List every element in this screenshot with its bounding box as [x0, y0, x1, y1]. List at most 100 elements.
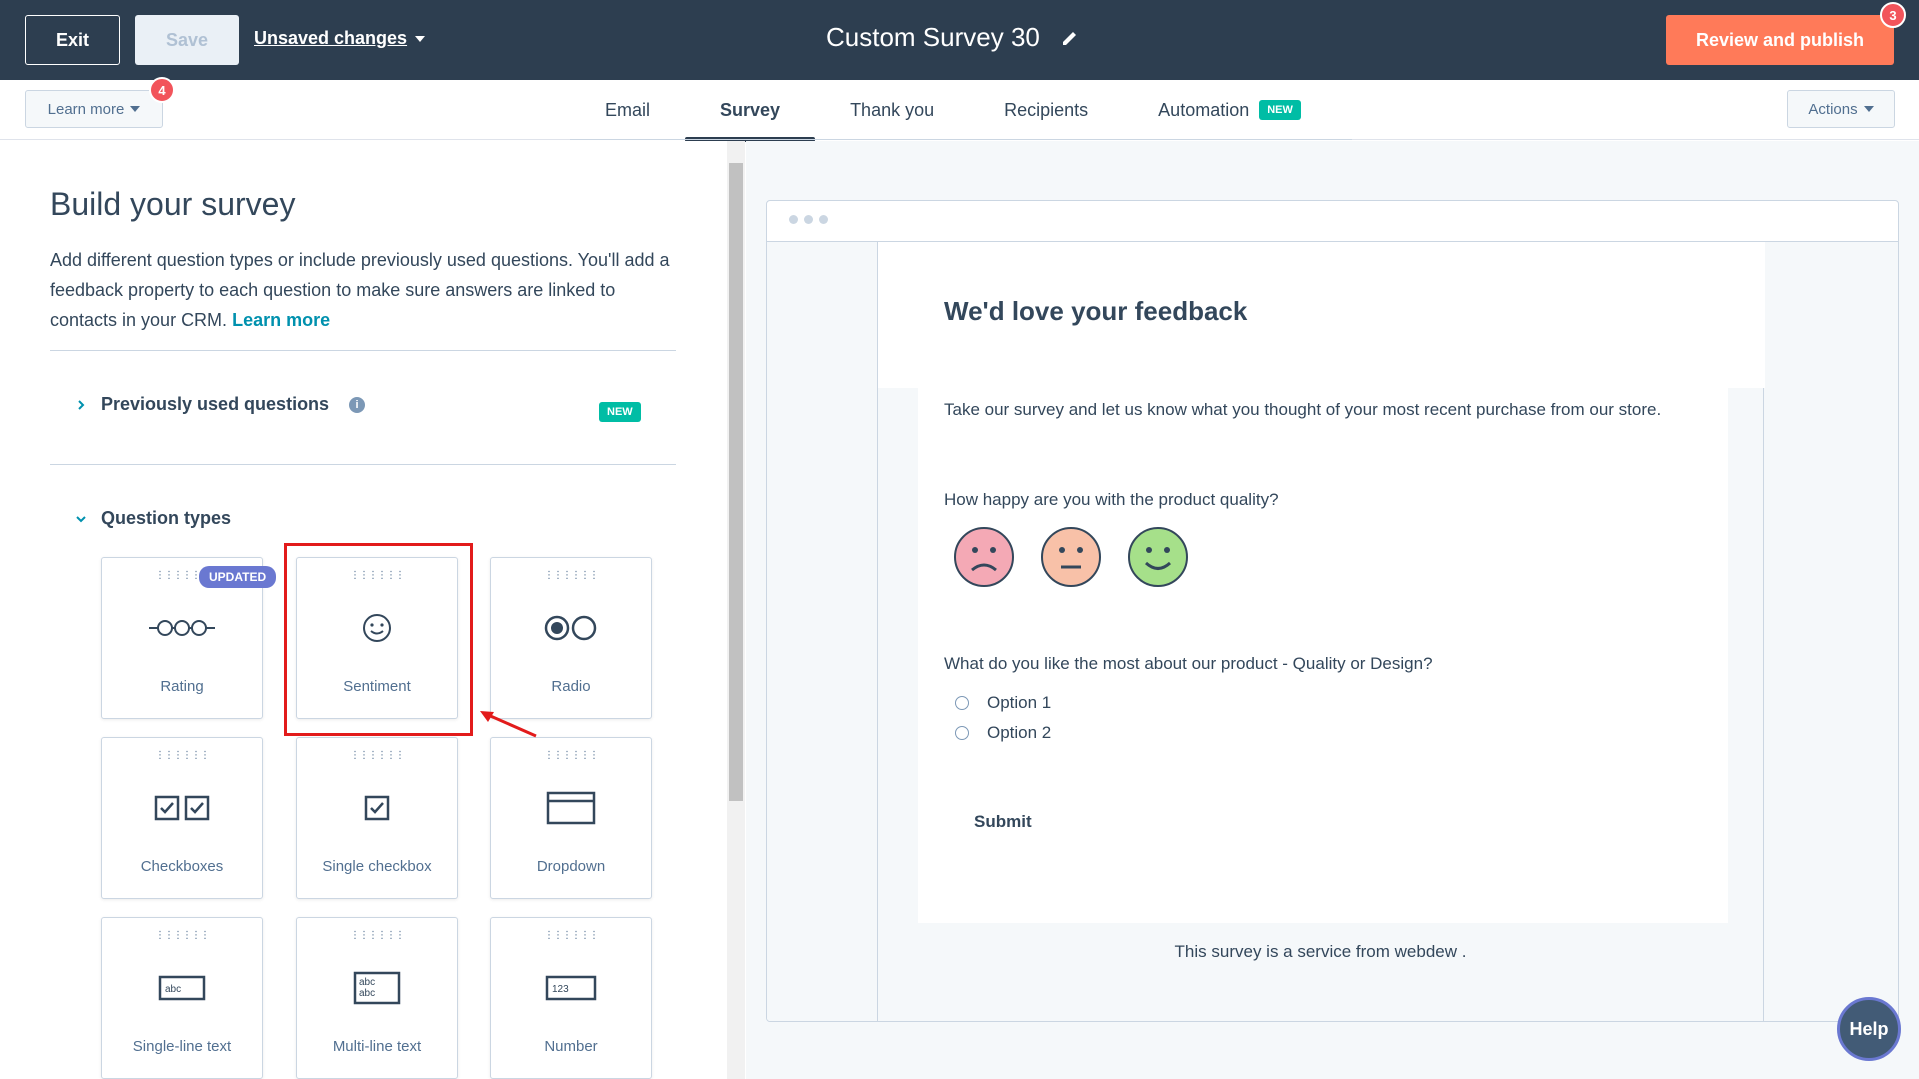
- submit-button[interactable]: Submit: [974, 812, 1032, 832]
- sad-face-icon[interactable]: [953, 526, 1015, 588]
- tab-automation[interactable]: Automation NEW: [1123, 80, 1336, 140]
- top-header: Exit Save Unsaved changes Custom Survey …: [0, 0, 1919, 80]
- previously-used-label: Previously used questions: [101, 394, 330, 414]
- rating-icon: [149, 620, 215, 636]
- new-badge: NEW: [1259, 100, 1301, 120]
- radio-icon: [544, 615, 597, 641]
- drag-handle-icon[interactable]: ⋮⋮⋮⋮⋮⋮: [491, 570, 651, 581]
- exit-button[interactable]: Exit: [25, 15, 120, 65]
- help-button[interactable]: Help: [1837, 997, 1901, 1061]
- tab-label: Survey: [720, 99, 781, 120]
- question-card-checkboxes[interactable]: ⋮⋮⋮⋮⋮⋮ Checkboxes: [101, 737, 263, 899]
- card-label: Dropdown: [536, 858, 606, 875]
- tab-survey[interactable]: Survey: [685, 80, 816, 142]
- chevron-right-icon: [78, 399, 85, 410]
- review-and-publish-button[interactable]: Review and publish: [1666, 15, 1894, 65]
- neutral-face-icon[interactable]: [1040, 526, 1102, 588]
- builder-title: Build your survey: [50, 186, 296, 222]
- survey-header: We'd love your feedback: [878, 242, 1765, 388]
- drag-handle-icon[interactable]: ⋮⋮⋮⋮⋮⋮: [491, 750, 651, 761]
- card-label: Checkboxes: [140, 858, 224, 875]
- chevron-down-icon: [76, 515, 86, 522]
- checkbox-icon: [364, 795, 390, 821]
- multi-line-text-icon: abcabc: [353, 971, 401, 1005]
- survey-title-area: Custom Survey 30: [826, 22, 1080, 53]
- card-label: Single-line text: [132, 1038, 232, 1055]
- tab-bar: Learn more 4 Email Survey Thank you Reci…: [0, 77, 1919, 142]
- caret-down-icon: [1863, 106, 1874, 112]
- drag-handle-icon[interactable]: ⋮⋮⋮⋮⋮⋮: [297, 750, 457, 761]
- divider: [50, 464, 676, 465]
- drag-handle-icon[interactable]: ⋮⋮⋮⋮⋮⋮: [491, 930, 651, 941]
- survey-intro: Take our survey and let us know what you…: [944, 400, 1662, 419]
- drag-handle-icon[interactable]: ⋮⋮⋮⋮⋮⋮: [297, 930, 457, 941]
- tab-label: Thank you: [850, 99, 935, 120]
- learn-more-dropdown[interactable]: Learn more: [25, 90, 163, 128]
- question-card-dropdown[interactable]: ⋮⋮⋮⋮⋮⋮ Dropdown: [490, 737, 652, 899]
- radio-option[interactable]: Option 1: [955, 693, 1051, 713]
- number-icon: 123: [545, 975, 597, 1001]
- checkboxes-icon: [154, 795, 210, 821]
- previously-used-questions-toggle[interactable]: Previously used questions i: [75, 394, 366, 415]
- radio-circle-icon: [955, 696, 969, 710]
- actions-dropdown[interactable]: Actions: [1787, 90, 1895, 128]
- single-line-text-icon: abc: [158, 975, 206, 1001]
- radio-option[interactable]: Option 2: [955, 723, 1051, 743]
- tab-thank-you[interactable]: Thank you: [815, 80, 969, 140]
- info-icon[interactable]: i: [349, 396, 366, 413]
- dropdown-icon: [546, 791, 596, 825]
- tab-recipients[interactable]: Recipients: [969, 80, 1123, 140]
- tab-email[interactable]: Email: [570, 80, 685, 140]
- preview-frame: We'd love your feedback Take our survey …: [766, 200, 1899, 1022]
- question-card-radio[interactable]: ⋮⋮⋮⋮⋮⋮ Radio: [490, 557, 652, 719]
- editor-tabs: Email Survey Thank you Recipients Automa…: [570, 80, 1336, 142]
- card-label: Rating: [160, 678, 204, 695]
- option-label: Option 1: [987, 693, 1052, 712]
- window-dots: [789, 215, 828, 224]
- radio-circle-icon: [955, 726, 969, 740]
- save-button[interactable]: Save: [135, 15, 239, 65]
- icon-text: abc: [165, 984, 181, 995]
- question-quality-or-design: What do you like the most about our prod…: [944, 654, 1433, 673]
- highlight-box: [284, 543, 473, 736]
- card-label: Multi-line text: [332, 1038, 422, 1055]
- icon-text: 123: [552, 984, 569, 995]
- builder-scrollbar[interactable]: [727, 141, 745, 1079]
- caret-down-icon: [130, 106, 141, 112]
- tab-label: Recipients: [1004, 99, 1089, 120]
- drag-handle-icon[interactable]: ⋮⋮⋮⋮⋮⋮: [102, 930, 262, 941]
- learn-more-link[interactable]: Learn more: [232, 310, 330, 330]
- icon-text: abc: [359, 988, 375, 999]
- updated-badge: UPDATED: [199, 566, 277, 588]
- happy-face-icon[interactable]: [1127, 526, 1189, 588]
- builder-description: Add different question types or include …: [50, 245, 680, 335]
- card-label: Number: [544, 1038, 598, 1055]
- actions-label: Actions: [1808, 100, 1858, 118]
- card-label: Radio: [551, 678, 591, 695]
- learn-more-notification-badge: 4: [149, 77, 175, 103]
- icon-text: abc: [359, 977, 375, 988]
- unsaved-changes-dropdown[interactable]: Unsaved changes: [254, 28, 426, 49]
- question-types-label: Question types: [101, 508, 232, 528]
- arrow-annotation-icon: [480, 711, 537, 738]
- question-product-quality: How happy are you with the product quali…: [944, 490, 1279, 509]
- question-card-number[interactable]: ⋮⋮⋮⋮⋮⋮ 123 Number: [490, 917, 652, 1079]
- question-types-toggle[interactable]: Question types: [75, 508, 231, 529]
- question-card-single-checkbox[interactable]: ⋮⋮⋮⋮⋮⋮ Single checkbox: [296, 737, 458, 899]
- learn-more-label: Learn more: [47, 100, 125, 118]
- service-footer: This survey is a service from webdew .: [1174, 942, 1467, 961]
- question-card-multi-line-text[interactable]: ⋮⋮⋮⋮⋮⋮ abc abc Multi-line text: [296, 917, 458, 1079]
- sentiment-faces: [953, 526, 1189, 588]
- survey-page: We'd love your feedback Take our survey …: [877, 242, 1765, 1021]
- tab-label: Automation: [1158, 99, 1250, 120]
- scrollbar-thumb[interactable]: [729, 163, 743, 801]
- new-badge: NEW: [599, 402, 641, 422]
- drag-handle-icon[interactable]: ⋮⋮⋮⋮⋮⋮: [102, 750, 262, 761]
- review-notification-badge: 3: [1880, 2, 1906, 28]
- builder-description-text: Add different question types or include …: [50, 250, 670, 330]
- pencil-icon[interactable]: [1060, 28, 1080, 48]
- preview-panel: We'd love your feedback Take our survey …: [746, 141, 1919, 1079]
- unsaved-changes-label: Unsaved changes: [254, 28, 408, 48]
- tab-label: Email: [605, 99, 651, 120]
- question-card-single-line-text[interactable]: ⋮⋮⋮⋮⋮⋮ abc Single-line text: [101, 917, 263, 1079]
